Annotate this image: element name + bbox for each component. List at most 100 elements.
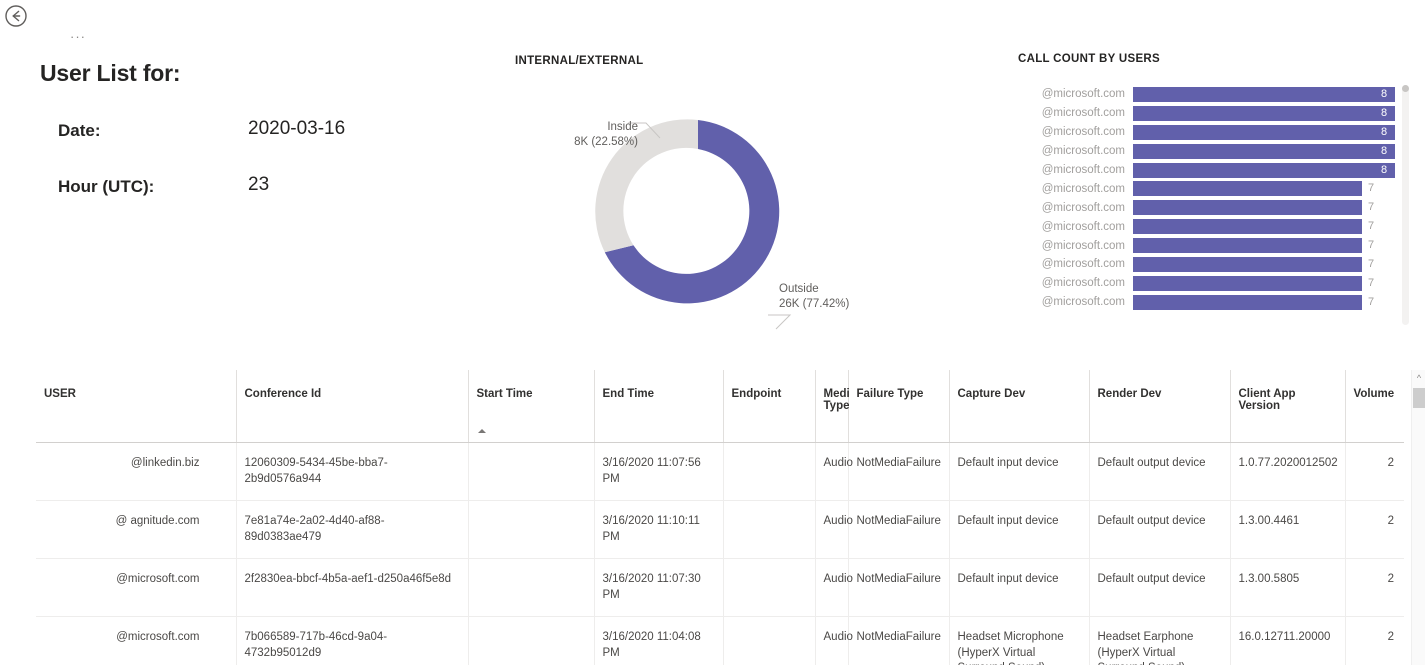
column-header-render-dev[interactable]: Render Dev — [1089, 370, 1231, 443]
bar-chart-scrollbar[interactable] — [1402, 85, 1409, 325]
bar-fill[interactable] — [1133, 200, 1362, 216]
sort-ascending-icon — [477, 429, 486, 433]
page-title: User List for: — [40, 60, 181, 86]
internal-external-chart[interactable]: INTERNAL/EXTERNAL Inside 8K (22.58%) Out… — [500, 55, 930, 345]
table-row[interactable]: @microsoft.com 2f2830ea-bbcf-4b5a-aef1-d2… — [36, 558, 1404, 617]
table-row[interactable]: @linkedin.biz 12060309-5434-45be-bba7-2b9… — [36, 442, 1404, 501]
bar-fill[interactable] — [1133, 105, 1395, 121]
cell-user: @microsoft.com — [36, 558, 237, 617]
bar-row[interactable]: @microsoft.com 7 — [1010, 198, 1402, 217]
column-header-client-app-version[interactable]: Client App Version — [1230, 370, 1346, 443]
column-header-capture-dev[interactable]: Capture Dev — [949, 370, 1090, 443]
bar-row[interactable]: @microsoft.com 8 — [1010, 123, 1402, 142]
bar-fill[interactable] — [1133, 86, 1395, 102]
bar-row[interactable]: @microsoft.com 7 — [1010, 274, 1402, 293]
field-date-value: 2020-03-16 — [248, 118, 346, 139]
cell-endp — [723, 616, 816, 665]
column-header-media-type[interactable]: Media Type — [815, 370, 856, 443]
bar-fill[interactable] — [1133, 143, 1395, 159]
bar-fill[interactable] — [1133, 256, 1362, 272]
column-header-start-time[interactable]: Start Time — [468, 370, 595, 443]
bar-row[interactable]: @microsoft.com 8 — [1010, 85, 1402, 104]
bar-category-label: @microsoft.com — [1041, 220, 1125, 233]
bar-row[interactable]: @microsoft.com 7 — [1010, 255, 1402, 274]
cell-media: Audio — [815, 500, 853, 559]
back-arrow-circle-icon[interactable] — [4, 4, 28, 28]
field-hour-value: 23 — [248, 174, 270, 195]
call-count-by-users-chart[interactable]: CALL COUNT BY USERS @microsoft.com 8 @micr… — [1010, 45, 1425, 345]
bar-track: 7 — [1133, 200, 1402, 216]
cell-start — [468, 442, 595, 501]
cell-fail: NotMediaFailure — [848, 442, 950, 501]
table-scrollbar[interactable]: ^ — [1411, 370, 1425, 665]
cell-cap: Default input device — [949, 558, 1090, 617]
bar-fill[interactable] — [1133, 162, 1395, 178]
bar-row[interactable]: @microsoft.com 7 — [1010, 179, 1402, 198]
table-row[interactable]: @microsoft.com 7b066589-717b-46cd-9a04-47… — [36, 616, 1404, 665]
cell-end: 3/16/2020 11:10:11 PM — [594, 500, 724, 559]
cell-user: @microsoft.com — [36, 616, 237, 665]
column-header-user-label: USER — [44, 388, 76, 400]
bar-value-label: 8 — [1381, 106, 1388, 119]
bar-row[interactable]: @microsoft.com 7 — [1010, 217, 1402, 236]
cell-start — [468, 558, 595, 617]
user-detail-table[interactable]: USER Conference Id Start Time End Time E… — [36, 370, 1417, 665]
more-options-button[interactable]: ··· — [70, 30, 86, 44]
scroll-up-chevron-icon[interactable]: ^ — [1412, 372, 1425, 384]
bar-fill[interactable] — [1133, 238, 1362, 254]
bar-track: 7 — [1133, 256, 1402, 272]
table-scrollbar-thumb[interactable] — [1413, 388, 1425, 408]
bar-row[interactable]: @microsoft.com 8 — [1010, 161, 1402, 180]
call-count-by-users-chart-title: CALL COUNT BY USERS — [1018, 53, 1161, 65]
column-header-failure-type[interactable]: Failure Type — [848, 370, 950, 443]
bar-fill[interactable] — [1133, 124, 1395, 140]
donut-label-inside-value: 8K (22.58%) — [574, 136, 638, 148]
column-header-volume[interactable]: Volume — [1345, 370, 1404, 443]
cell-conf: 2f2830ea-bbcf-4b5a-aef1-d250a46f5e8d — [236, 558, 469, 617]
bar-row[interactable]: @microsoft.com 7 — [1010, 293, 1402, 312]
user-list-card: User List for: Date: 2020-03-16 Hour (UT… — [40, 60, 490, 196]
bar-category-label: @microsoft.com — [1041, 201, 1125, 214]
cell-vol: 2 — [1345, 616, 1404, 665]
cell-endp — [723, 442, 816, 501]
bar-row[interactable]: @microsoft.com 8 — [1010, 142, 1402, 161]
cell-end: 3/16/2020 11:07:56 PM — [594, 442, 724, 501]
cell-media: Audio — [815, 558, 853, 617]
cell-cav: 16.0.12711.20000 — [1230, 616, 1346, 665]
cell-conf: 12060309-5434-45be-bba7-2b9d0576a944 — [236, 442, 469, 501]
bar-track: 8 — [1133, 162, 1402, 178]
column-header-end-time[interactable]: End Time — [594, 370, 724, 443]
column-header-failure-type-label: Failure Type — [856, 388, 924, 400]
bar-track: 8 — [1133, 143, 1402, 159]
column-header-conference-id[interactable]: Conference Id — [236, 370, 469, 443]
bar-fill[interactable] — [1133, 181, 1362, 197]
bar-value-label: 8 — [1381, 87, 1388, 100]
cell-conf: 7b066589-717b-46cd-9a04-4732b95012d9 — [236, 616, 469, 665]
table-row[interactable]: @ agnitude.com 7e81a74e-2a02-4d40-af88-89… — [36, 500, 1404, 559]
column-header-user[interactable]: USER — [36, 370, 237, 443]
bar-value-label: 7 — [1368, 276, 1375, 289]
bar-category-label: @microsoft.com — [1041, 126, 1125, 139]
bar-track: 8 — [1133, 124, 1402, 140]
cell-rend: Headset Earphone (HyperX Virtual Surroun… — [1089, 616, 1231, 665]
donut-leader-outside — [768, 314, 792, 330]
cell-rend: Default output device — [1089, 558, 1231, 617]
bar-chart-scrollbar-thumb[interactable] — [1402, 85, 1409, 92]
bar-fill[interactable] — [1133, 275, 1362, 291]
column-header-client-app-version-label: Client App Version — [1238, 388, 1296, 412]
field-hour: Hour (UTC): — [58, 177, 154, 197]
report-page: ··· User List for: Date: 2020-03-16 Hour… — [0, 0, 1425, 665]
bar-row[interactable]: @microsoft.com 7 — [1010, 236, 1402, 255]
column-header-render-dev-label: Render Dev — [1097, 388, 1162, 400]
field-date-label: Date: — [58, 121, 101, 140]
bar-value-label: 8 — [1381, 163, 1388, 176]
cell-fail: NotMediaFailure — [848, 558, 950, 617]
bar-category-label: @microsoft.com — [1041, 145, 1125, 158]
bar-category-label: @microsoft.com — [1041, 296, 1125, 309]
donut-label-outside-name: Outside — [779, 283, 819, 295]
bar-row[interactable]: @microsoft.com 8 — [1010, 104, 1402, 123]
bar-fill[interactable] — [1133, 219, 1362, 235]
bar-fill[interactable] — [1133, 294, 1362, 310]
column-header-endpoint[interactable]: Endpoint — [723, 370, 816, 443]
bar-value-label: 7 — [1368, 182, 1375, 195]
